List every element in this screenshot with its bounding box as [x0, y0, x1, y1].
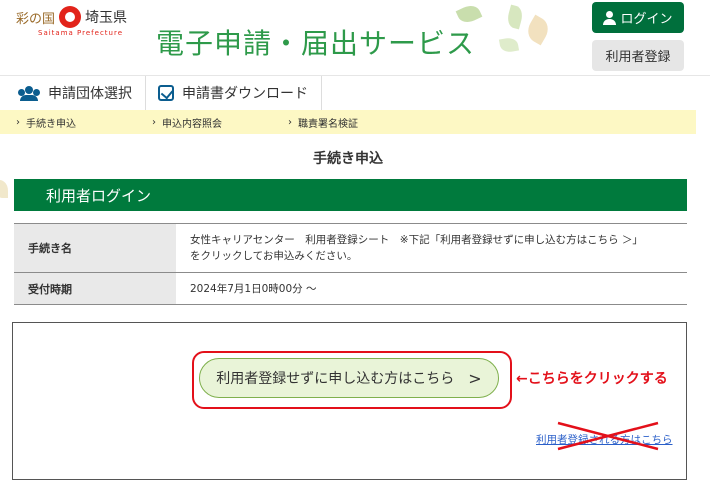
download-icon — [158, 85, 174, 101]
site-title: 電子申請・届出サービス — [156, 27, 476, 60]
apply-without-registration-button[interactable]: 利用者登録せずに申し込む方はこちら > — [199, 358, 499, 398]
nav-item-form-download[interactable]: 申請書ダウンロード — [146, 76, 322, 110]
leaf-decoration-icon — [498, 36, 520, 54]
chevron-right-icon: › — [16, 116, 20, 128]
cta-label: 利用者登録せずに申し込む方はこちら — [216, 371, 455, 387]
logo-prefix: 彩の国 — [16, 11, 56, 27]
row-value: 女性キャリアセンター 利用者登録シート ※下記「利用者登録せずに申し込む方はこち… — [176, 224, 687, 272]
procedure-info-table: 手続き名 女性キャリアセンター 利用者登録シート ※下記「利用者登録せずに申し込… — [14, 223, 687, 305]
subnav-item-application[interactable]: › 手続き申込 — [16, 110, 76, 134]
nav-item-group-select[interactable]: 申請団体選択 — [0, 76, 146, 110]
register-link[interactable]: 利用者登録される方はこちら — [536, 432, 673, 447]
user-icon — [603, 10, 617, 25]
row-header: 手続き名 — [14, 224, 176, 272]
chevron-right-icon: › — [152, 116, 156, 128]
table-row: 手続き名 女性キャリアセンター 利用者登録シート ※下記「利用者登録せずに申し込… — [14, 224, 687, 273]
main-nav: 申請団体選択 申請書ダウンロード — [0, 75, 710, 110]
logo-name: 埼玉県 — [85, 10, 128, 26]
page-title: 手続き申込 — [313, 151, 383, 167]
site-header: 彩の国 埼玉県 Saitama Prefecture 電子申請・届出サービス ロ… — [0, 0, 710, 75]
logo-subtitle: Saitama Prefecture — [38, 29, 124, 37]
subnav-item-inquiry[interactable]: › 申込内容照会 — [152, 110, 222, 134]
section-title-bar: 利用者ログイン — [14, 179, 687, 211]
procedure-name-line1: 女性キャリアセンター 利用者登録シート ※下記「利用者登録せずに申し込む方はこち… — [190, 234, 643, 246]
procedure-name-line2: をクリックしてお申込みください。 — [190, 250, 358, 262]
leaf-decoration-icon — [0, 180, 8, 198]
row-header: 受付時期 — [14, 273, 176, 304]
subnav-label: 職責署名検証 — [298, 118, 358, 130]
chevron-right-icon: > — [468, 368, 482, 388]
login-label: ログイン — [620, 12, 673, 27]
subnav-item-signature-verify[interactable]: › 職責署名検証 — [288, 110, 358, 134]
row-value: 2024年7月1日0時00分 ～ — [190, 282, 317, 295]
group-icon — [18, 86, 40, 101]
subnav-label: 申込内容照会 — [162, 118, 222, 130]
subnav-label: 手続き申込 — [26, 118, 76, 130]
sub-nav: › 手続き申込 › 申込内容照会 › 職責署名検証 — [0, 110, 696, 134]
leaf-decoration-icon — [523, 14, 553, 46]
nav-item-label: 申請書ダウンロード — [182, 86, 308, 102]
chevron-right-icon: › — [288, 116, 292, 128]
saitama-logo[interactable]: 彩の国 埼玉県 Saitama Prefecture — [16, 6, 127, 37]
nav-item-label: 申請団体選択 — [48, 86, 132, 102]
table-row: 受付時期 2024年7月1日0時00分 ～ — [14, 273, 687, 305]
user-register-button[interactable]: 利用者登録 — [592, 40, 684, 71]
login-button[interactable]: ログイン — [592, 2, 684, 33]
saitama-emblem-icon — [59, 6, 82, 28]
click-annotation: ←こちらをクリックする — [516, 371, 668, 387]
leaf-decoration-icon — [505, 4, 525, 30]
